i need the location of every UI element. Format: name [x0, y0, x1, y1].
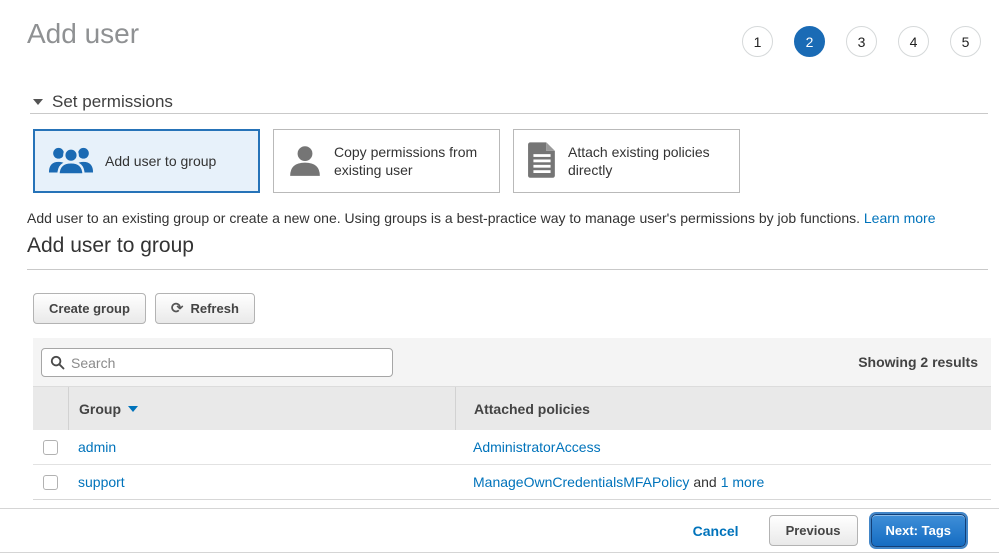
previous-button[interactable]: Previous: [769, 515, 858, 546]
results-count: Showing 2 results: [858, 354, 978, 370]
checkbox-cell: [33, 465, 68, 499]
policy-link[interactable]: ManageOwnCredentialsMFAPolicy: [473, 474, 689, 490]
card-add-user-to-group[interactable]: Add user to group: [33, 129, 260, 193]
document-icon: [527, 141, 557, 181]
card-copy-permissions[interactable]: Copy permissions from existing user: [273, 129, 500, 193]
policies-cell: AdministratorAccess: [455, 430, 991, 464]
permission-option-cards: Add user to group Copy permissions from …: [33, 129, 740, 193]
groups-table: Showing 2 results Group Attached policie…: [33, 338, 991, 500]
user-group-icon: [48, 144, 94, 179]
table-header-row: Group Attached policies: [33, 386, 991, 430]
header-policies-column: Attached policies: [455, 387, 991, 430]
policies-cell: ManageOwnCredentialsMFAPolicy and 1 more: [455, 465, 991, 499]
wizard-steps: 1 2 3 4 5: [742, 26, 981, 57]
card-label: Attach existing policies directly: [568, 143, 739, 179]
description-text: Add user to an existing group or create …: [27, 210, 860, 226]
group-column-label: Group: [79, 401, 121, 417]
create-group-label: Create group: [49, 301, 130, 316]
subsection-divider: [27, 269, 988, 270]
page-title: Add user: [27, 18, 139, 50]
search-icon: [50, 355, 65, 370]
table-row-support: support ManageOwnCredentialsMFAPolicy an…: [33, 465, 991, 500]
learn-more-link[interactable]: Learn more: [864, 210, 936, 226]
section-divider: [30, 113, 988, 114]
refresh-icon: ⟳: [171, 302, 184, 315]
table-toolbar: Showing 2 results: [33, 338, 991, 386]
refresh-label: Refresh: [190, 301, 238, 316]
header-checkbox-cell: [33, 387, 68, 430]
policies-joiner-text: and: [693, 474, 716, 490]
subsection-title: Add user to group: [27, 234, 194, 258]
header-group-column[interactable]: Group: [68, 387, 455, 430]
more-policies-link[interactable]: 1 more: [721, 474, 765, 490]
wizard-footer: Cancel Previous Next: Tags: [0, 508, 999, 553]
search-box[interactable]: [41, 348, 393, 377]
collapse-triangle-icon: [33, 99, 43, 105]
next-tags-button[interactable]: Next: Tags: [871, 514, 967, 547]
refresh-button[interactable]: ⟳ Refresh: [155, 293, 255, 324]
create-group-button[interactable]: Create group: [33, 293, 146, 324]
policies-column-label: Attached policies: [474, 401, 590, 417]
user-icon: [287, 142, 323, 181]
search-input[interactable]: [71, 355, 384, 371]
sort-descending-icon: [128, 406, 138, 412]
step-4: 4: [898, 26, 929, 57]
group-link-support[interactable]: support: [78, 474, 125, 490]
step-1: 1: [742, 26, 773, 57]
step-2-active: 2: [794, 26, 825, 57]
checkbox-cell: [33, 430, 68, 464]
card-label: Copy permissions from existing user: [334, 143, 499, 179]
step-3: 3: [846, 26, 877, 57]
row-checkbox-support[interactable]: [43, 475, 58, 490]
cancel-button[interactable]: Cancel: [693, 523, 739, 539]
policy-link[interactable]: AdministratorAccess: [473, 439, 601, 455]
group-cell: support: [68, 465, 455, 499]
set-permissions-section-toggle[interactable]: Set permissions: [33, 92, 173, 112]
section-description: Add user to an existing group or create …: [27, 210, 935, 226]
section-title: Set permissions: [52, 92, 173, 112]
group-link-admin[interactable]: admin: [78, 439, 116, 455]
table-row-admin: admin AdministratorAccess: [33, 430, 991, 465]
step-5: 5: [950, 26, 981, 57]
card-attach-policies[interactable]: Attach existing policies directly: [513, 129, 740, 193]
card-label: Add user to group: [105, 152, 224, 170]
group-cell: admin: [68, 430, 455, 464]
row-checkbox-admin[interactable]: [43, 440, 58, 455]
table-actions: Create group ⟳ Refresh: [33, 293, 255, 324]
